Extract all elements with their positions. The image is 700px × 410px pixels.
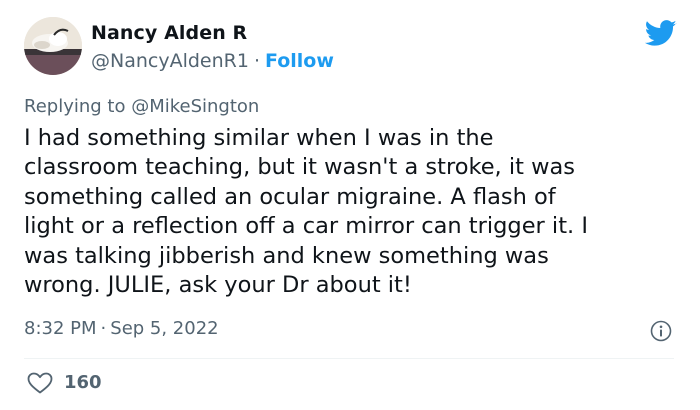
handle-separator: · xyxy=(253,50,260,72)
author-handle-row: @NancyAldenR1 · Follow xyxy=(91,50,334,72)
tweet-card: Nancy Alden R @NancyAldenR1 · Follow Reply… xyxy=(0,0,700,410)
author-display-name[interactable]: Nancy Alden R xyxy=(91,22,247,44)
reply-prefix: Replying to xyxy=(24,96,132,117)
reply-mention-link[interactable]: @MikeSington xyxy=(131,96,259,117)
tweet-time: 8:32 PM xyxy=(24,318,97,339)
twitter-bird-icon[interactable] xyxy=(645,20,677,47)
tweet-date: Sep 5, 2022 xyxy=(110,318,219,339)
like-count: 160 xyxy=(64,372,102,393)
tweet-timestamp[interactable]: 8:32 PM · Sep 5, 2022 xyxy=(24,318,219,339)
avatar[interactable] xyxy=(24,17,82,75)
heart-icon[interactable] xyxy=(27,372,53,394)
follow-button[interactable]: Follow xyxy=(265,50,334,72)
reply-context: Replying to @MikeSington xyxy=(24,96,259,117)
author-handle[interactable]: @NancyAldenR1 xyxy=(91,50,249,72)
divider xyxy=(24,358,674,359)
meta-separator: · xyxy=(100,318,107,339)
info-icon[interactable] xyxy=(650,320,672,342)
avatar-image xyxy=(24,17,82,75)
tweet-text: I had something similar when I was in th… xyxy=(24,125,588,299)
